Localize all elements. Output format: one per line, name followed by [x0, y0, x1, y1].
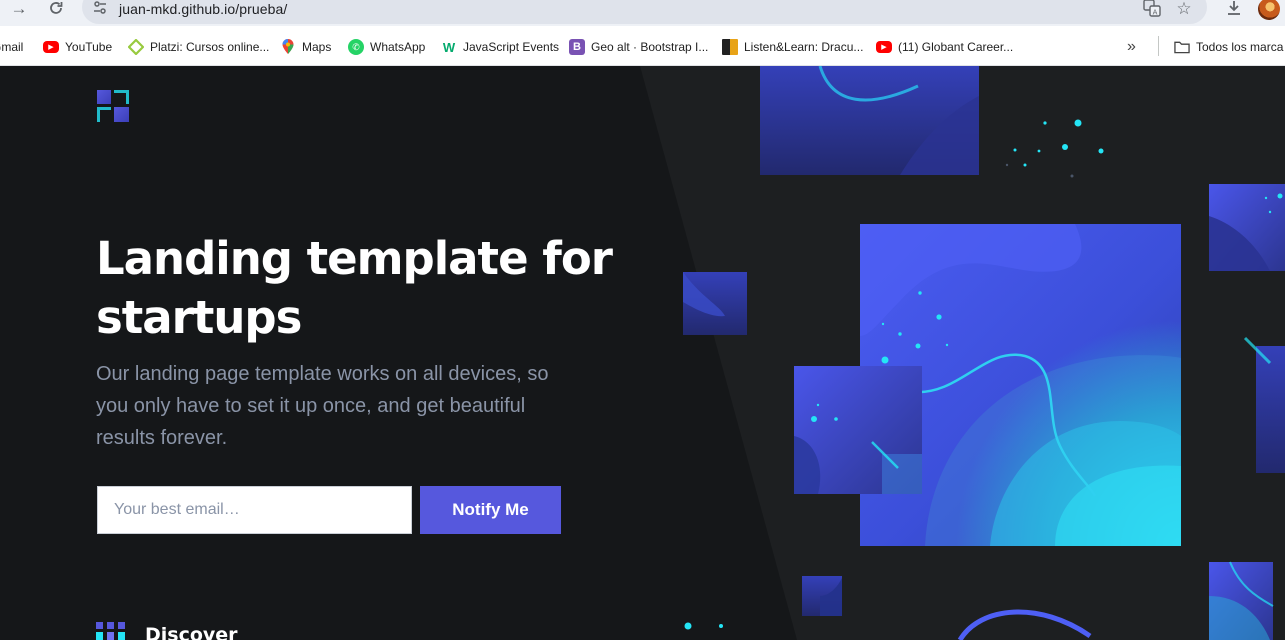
bookmark-label: Todos los marca	[1196, 40, 1284, 54]
bookmark-listen-learn[interactable]: Listen&Learn: Dracu...	[722, 38, 863, 56]
bookmark-maps[interactable]: Maps	[280, 38, 331, 56]
bookmark-all-folder[interactable]: Todos los marca	[1174, 38, 1283, 56]
overflow-chevron-icon: »	[1127, 38, 1136, 55]
download-icon[interactable]	[1224, 0, 1244, 19]
bootstrap-icon: B	[569, 39, 585, 55]
bookmarks-divider	[1158, 36, 1159, 56]
bookmark-label: WhatsApp	[370, 40, 426, 54]
svg-text:A: A	[1153, 9, 1158, 17]
bookmark-label: Geo alt · Bootstrap I...	[591, 40, 709, 54]
bookmark-label: YouTube	[65, 40, 113, 54]
bookmark-bootstrap[interactable]: B Geo alt · Bootstrap I...	[569, 38, 708, 56]
profile-avatar[interactable]	[1258, 0, 1280, 20]
listen-learn-icon	[722, 39, 738, 55]
site-settings-icon[interactable]	[92, 0, 108, 16]
bookmark-label: Listen&Learn: Dracu...	[744, 40, 864, 54]
bookmark-star-icon[interactable]: ☆	[1174, 0, 1194, 19]
folder-icon	[1174, 39, 1190, 55]
bookmark-label: Gmail	[0, 40, 24, 54]
youtube-icon: ▶	[43, 41, 59, 53]
forward-arrow-icon[interactable]: →	[10, 0, 28, 18]
url-text[interactable]: juan-mkd.github.io/prueba/	[119, 1, 287, 17]
maps-icon	[280, 39, 296, 55]
reload-icon[interactable]	[47, 0, 65, 18]
bookmarks-bar: Gmail ▶ YouTube Platzi: Cursos online...…	[0, 26, 1285, 66]
whatsapp-icon: ✆	[348, 39, 364, 55]
bookmark-javascript-events[interactable]: W JavaScript Events	[441, 38, 559, 56]
translate-icon[interactable]: A	[1142, 0, 1162, 19]
bookmark-whatsapp[interactable]: ✆ WhatsApp	[348, 38, 425, 56]
platzi-icon	[128, 39, 144, 55]
bookmark-platzi[interactable]: Platzi: Cursos online...	[128, 38, 269, 56]
bookmark-label: Maps	[302, 40, 332, 54]
w3schools-icon: W	[442, 39, 456, 55]
bookmark-label: (11) Globant Career...	[898, 40, 1014, 54]
hero-illustration	[683, 66, 1285, 640]
bookmarks-overflow-button[interactable]: »	[1127, 38, 1136, 56]
browser-address-bar: → juan-mkd.github.io/prueba/ A ☆	[0, 0, 1285, 26]
bookmark-label: JavaScript Events	[463, 40, 560, 54]
bookmark-youtube[interactable]: ▶ YouTube	[43, 38, 112, 56]
bookmark-gmail[interactable]: Gmail	[0, 38, 23, 56]
bookmark-label: Platzi: Cursos online...	[150, 40, 270, 54]
landing-page: Landing template for startups Our landin…	[0, 66, 1285, 640]
bookmark-globant[interactable]: ▶ (11) Globant Career...	[876, 38, 1013, 56]
youtube-icon: ▶	[876, 41, 892, 53]
